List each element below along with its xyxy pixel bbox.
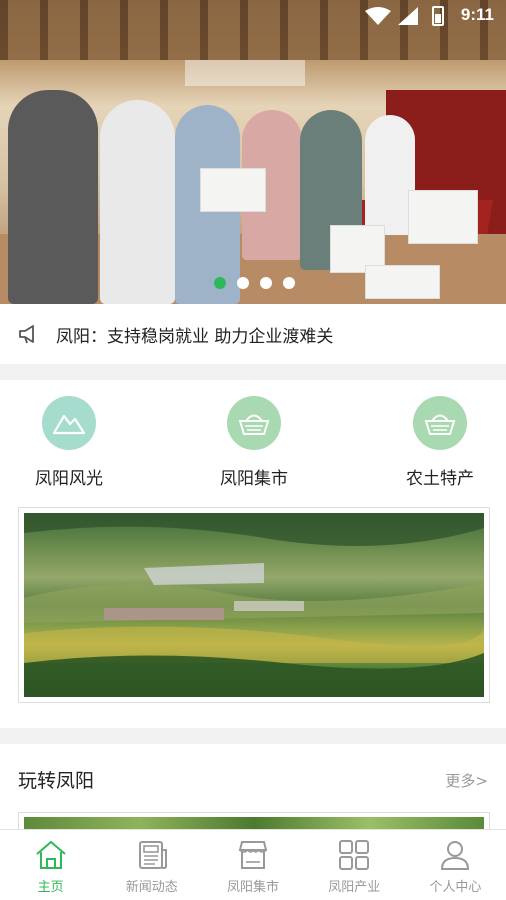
shop-icon	[238, 841, 268, 869]
banner-person	[100, 100, 175, 304]
basket-icon	[227, 396, 281, 450]
user-icon	[441, 841, 470, 870]
tab-industry[interactable]: 凤阳产业	[304, 830, 405, 900]
category-label: 农土特产	[406, 469, 474, 489]
megaphone-icon	[19, 325, 34, 344]
banner-carousel[interactable]: 9:11	[0, 0, 506, 304]
banner-sign	[185, 60, 305, 86]
home-icon	[35, 840, 66, 869]
tab-label: 个人中心	[429, 880, 482, 895]
section-divider	[0, 364, 506, 380]
scenic-image	[24, 513, 484, 697]
tab-label: 凤阳集市	[227, 880, 280, 895]
category-specialty[interactable]: 农土特产	[385, 396, 495, 489]
banner-product-box	[408, 190, 478, 244]
section-title: 玩转凤阳	[18, 770, 95, 792]
news-icon	[138, 841, 167, 869]
carousel-dot[interactable]	[260, 277, 272, 289]
tab-label: 主页	[37, 880, 64, 895]
carousel-indicators	[214, 277, 295, 289]
tab-profile[interactable]: 个人中心	[405, 830, 506, 900]
category-scenery[interactable]: 凤阳风光	[14, 396, 124, 489]
tab-label: 凤阳产业	[328, 880, 381, 895]
scenic-banner[interactable]	[18, 507, 490, 703]
tab-market[interactable]: 凤阳集市	[202, 830, 303, 900]
status-bar: 9:11	[0, 0, 506, 30]
category-row: 凤阳风光 凤阳集市 农土特产	[0, 380, 506, 500]
more-link[interactable]: 更多>	[445, 770, 488, 791]
carousel-dot[interactable]	[283, 277, 295, 289]
section-divider	[0, 728, 506, 744]
category-label: 凤阳风光	[35, 469, 103, 489]
mountain-icon	[42, 396, 96, 450]
category-market[interactable]: 凤阳集市	[199, 396, 309, 489]
banner-product-box	[200, 168, 266, 212]
carousel-dot[interactable]	[237, 277, 249, 289]
ticker-text: 凤阳：支持稳岗就业 助力企业渡难关	[56, 326, 334, 347]
tab-home[interactable]: 主页	[0, 830, 101, 900]
tab-label: 新闻动态	[125, 880, 178, 895]
signal-icon	[398, 7, 418, 25]
banner-person	[8, 90, 98, 304]
news-ticker[interactable]: 凤阳：支持稳岗就业 助力企业渡难关	[0, 306, 506, 362]
grid-icon	[339, 840, 370, 870]
category-label: 凤阳集市	[220, 469, 288, 489]
status-time: 9:11	[460, 5, 494, 24]
carousel-dot[interactable]	[214, 277, 226, 289]
wifi-icon	[365, 7, 391, 25]
banner-product-box	[365, 265, 440, 299]
basket-icon	[413, 396, 467, 450]
battery-icon	[432, 6, 444, 26]
bottom-tab-bar: 主页 新闻动态 凤阳集市 凤阳产业 个人中心	[0, 829, 506, 900]
tab-news[interactable]: 新闻动态	[101, 830, 202, 900]
